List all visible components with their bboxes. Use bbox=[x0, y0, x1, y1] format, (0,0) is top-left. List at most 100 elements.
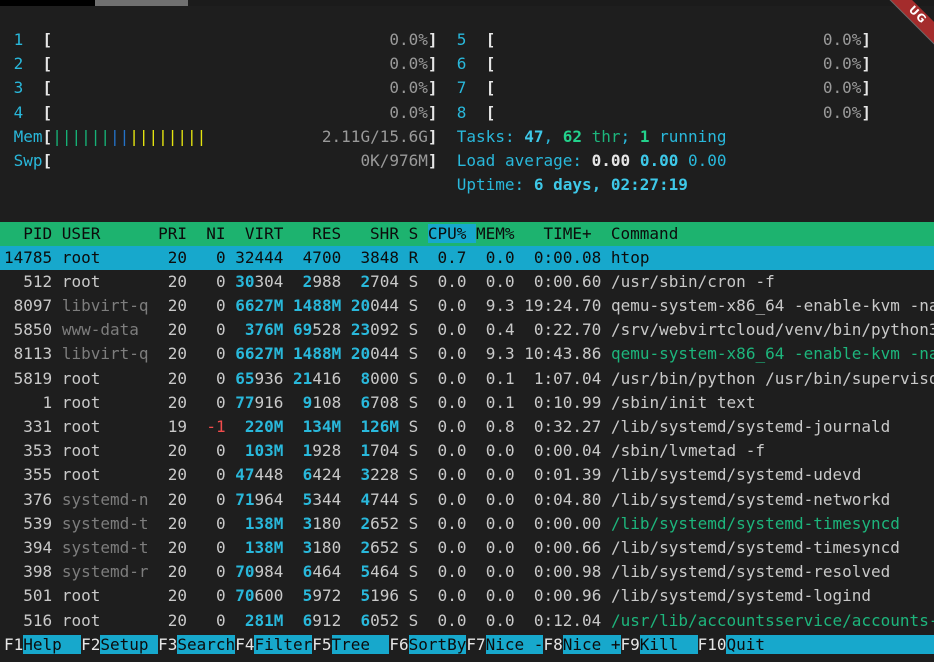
process-row-376[interactable]: 376 systemd-n 20 0 71964 5344 4744 S 0.0… bbox=[0, 488, 934, 512]
column-header-cpu[interactable]: CPU% bbox=[428, 224, 476, 243]
fkey-tree[interactable]: F5Tree bbox=[312, 635, 389, 654]
cell-mem-hi: 2 bbox=[303, 272, 313, 291]
cell-mem-hi: 1488M bbox=[293, 296, 341, 315]
process-row-398[interactable]: 398 systemd-r 20 0 70984 6464 5464 S 0.0… bbox=[0, 560, 934, 584]
cell-mem-hi: 47 bbox=[235, 465, 254, 484]
column-header-s[interactable]: S bbox=[409, 224, 428, 243]
fkey-sortby[interactable]: F6SortBy bbox=[389, 635, 466, 654]
meter-close-bracket: ] bbox=[428, 54, 438, 73]
memory-row: Mem[|||||||||||||||| 2.11G/15.6G] Tasks:… bbox=[0, 125, 934, 149]
process-row-331[interactable]: 331 root 19 -1 220M 134M 126M S 0.0 0.8 … bbox=[0, 415, 934, 439]
cell-pri: 20 bbox=[149, 344, 197, 363]
process-row-501[interactable]: 501 root 20 0 70600 5972 5196 S 0.0 0.0 … bbox=[0, 584, 934, 608]
process-row-516[interactable]: 516 root 20 0 281M 6912 6052 S 0.0 0.0 0… bbox=[0, 609, 934, 633]
fkey-quit[interactable]: F10Quit bbox=[698, 635, 934, 654]
cell-mem-lo: 000 bbox=[370, 369, 399, 388]
process-row-355[interactable]: 355 root 20 0 47448 6424 3228 S 0.0 0.0 … bbox=[0, 463, 934, 487]
fkey-setup[interactable]: F2Setup bbox=[81, 635, 158, 654]
column-header-res[interactable]: RES bbox=[293, 224, 351, 243]
cell-state: S bbox=[399, 514, 418, 533]
process-row-539[interactable]: 539 systemd-t 20 0 138M 3180 2652 S 0.0 … bbox=[0, 512, 934, 536]
fkey-number: F6 bbox=[389, 635, 408, 654]
cell-pad bbox=[283, 562, 302, 581]
cell-command: /lib/systemd/systemd-timesyncd bbox=[611, 538, 900, 557]
fkey-help[interactable]: F1Help bbox=[4, 635, 81, 654]
cell-state: S bbox=[399, 320, 418, 339]
cell-state: S bbox=[399, 611, 418, 630]
cell-pid: 398 bbox=[4, 562, 52, 581]
text-segment bbox=[52, 514, 62, 533]
cell-pri: 20 bbox=[149, 393, 197, 412]
cell-pid: 331 bbox=[4, 417, 52, 436]
process-row-5819[interactable]: 5819 root 20 0 65936 21416 8000 S 0.0 0.… bbox=[0, 367, 934, 391]
cell-pad bbox=[283, 369, 293, 388]
column-header-pid[interactable]: PID bbox=[4, 224, 62, 243]
cell-pad bbox=[226, 514, 245, 533]
tasks-summary-segment: thr bbox=[582, 127, 621, 146]
terminal-content: 1 [ 0.0%] 5 [ 0.0%] 2 [ 0.0%] 6 [ 0.0%] … bbox=[0, 6, 934, 657]
cell-pri: 20 bbox=[149, 465, 197, 484]
meter-fill bbox=[206, 127, 322, 146]
cell-pad bbox=[341, 538, 360, 557]
cell-mem-lo: 108 bbox=[312, 393, 341, 412]
cell-pad bbox=[226, 369, 236, 388]
cell-command: /lib/systemd/systemd-resolved bbox=[611, 562, 890, 581]
process-row-5850[interactable]: 5850 www-data 20 0 376M 69528 23092 S 0.… bbox=[0, 318, 934, 342]
column-header-virt[interactable]: VIRT bbox=[235, 224, 293, 243]
fkey-kill[interactable]: F9Kill bbox=[621, 635, 698, 654]
cell-command: /lib/systemd/systemd-logind bbox=[611, 586, 871, 605]
cell-stats: 0.0 0.0 0:12.04 bbox=[418, 611, 611, 630]
meter-fill bbox=[52, 30, 389, 49]
tasks-summary-segment: 62 bbox=[563, 127, 582, 146]
cell-state: S bbox=[399, 344, 418, 363]
cell-mem-lo: 180 bbox=[312, 538, 341, 557]
column-header-ni[interactable]: NI bbox=[197, 224, 236, 243]
load-average: Load average: 0.00 0.00 0.00 bbox=[457, 151, 727, 170]
cell-pri: 19 bbox=[149, 417, 197, 436]
cell-state: S bbox=[399, 296, 418, 315]
meter-open-bracket: [ bbox=[43, 30, 53, 49]
meter-value: 0.0% bbox=[389, 30, 428, 49]
meter-bar-pipe-green: |||||| bbox=[52, 127, 110, 146]
cell-state: S bbox=[399, 441, 418, 460]
column-header-shr[interactable]: SHR bbox=[351, 224, 409, 243]
process-row-1[interactable]: 1 root 20 0 77916 9108 6708 S 0.0 0.1 0:… bbox=[0, 391, 934, 415]
process-row-8097[interactable]: 8097 libvirt-q 20 0 6627M 1488M 20044 S … bbox=[0, 294, 934, 318]
process-row-8113[interactable]: 8113 libvirt-q 20 0 6627M 1488M 20044 S … bbox=[0, 342, 934, 366]
cpu-meter-4: 4 [ 0.0%] bbox=[14, 103, 438, 122]
cell-ni: 0 bbox=[197, 514, 226, 533]
cell-pid: 8113 bbox=[4, 344, 52, 363]
meter-caption: Swp bbox=[14, 151, 43, 170]
meter-value: 0.0% bbox=[823, 78, 862, 97]
column-header-mem[interactable]: MEM% bbox=[476, 224, 524, 243]
column-header-time[interactable]: TIME+ bbox=[524, 224, 611, 243]
column-header-pri[interactable]: PRI bbox=[158, 224, 197, 243]
process-row-394[interactable]: 394 systemd-t 20 0 138M 3180 2652 S 0.0 … bbox=[0, 536, 934, 560]
column-header-command[interactable]: Command bbox=[611, 224, 934, 243]
cell-command: /usr/lib/accountsservice/accounts- bbox=[611, 611, 934, 630]
process-row-512[interactable]: 512 root 20 0 30304 2988 2704 S 0.0 0.0 … bbox=[0, 270, 934, 294]
column-header-user[interactable]: USER bbox=[62, 224, 158, 243]
tasks-summary-segment: ; bbox=[621, 127, 640, 146]
cell-pad bbox=[283, 393, 302, 412]
fkey-nice-[interactable]: F8Nice + bbox=[543, 635, 620, 654]
fkey-nice-[interactable]: F7Nice - bbox=[466, 635, 543, 654]
cell-mem-hi: 281M bbox=[245, 611, 284, 630]
cell-pad bbox=[226, 393, 236, 412]
cell-pri: 20 bbox=[149, 441, 197, 460]
cell-command: /lib/systemd/systemd-journald bbox=[611, 417, 890, 436]
process-row-353[interactable]: 353 root 20 0 103M 1928 1704 S 0.0 0.0 0… bbox=[0, 439, 934, 463]
fkey-filter[interactable]: F4Filter bbox=[235, 635, 312, 654]
fkey-label: SortBy bbox=[409, 635, 467, 654]
fkey-label: Search bbox=[177, 635, 235, 654]
text-segment bbox=[52, 296, 62, 315]
cell-command: /lib/systemd/systemd-timesyncd bbox=[611, 514, 900, 533]
cell-mem-hi: 138M bbox=[245, 514, 284, 533]
fkey-search[interactable]: F3Search bbox=[158, 635, 235, 654]
process-row-14785[interactable]: 14785 root 20 0 32444 4700 3848 R 0.7 0.… bbox=[0, 246, 934, 270]
meter-close-bracket: ] bbox=[861, 78, 871, 97]
cell-user: systemd-r bbox=[62, 562, 149, 581]
text-segment bbox=[52, 490, 62, 509]
memory-meter: Mem[|||||||||||||||| 2.11G/15.6G] bbox=[14, 127, 438, 146]
meter-fill bbox=[495, 78, 823, 97]
